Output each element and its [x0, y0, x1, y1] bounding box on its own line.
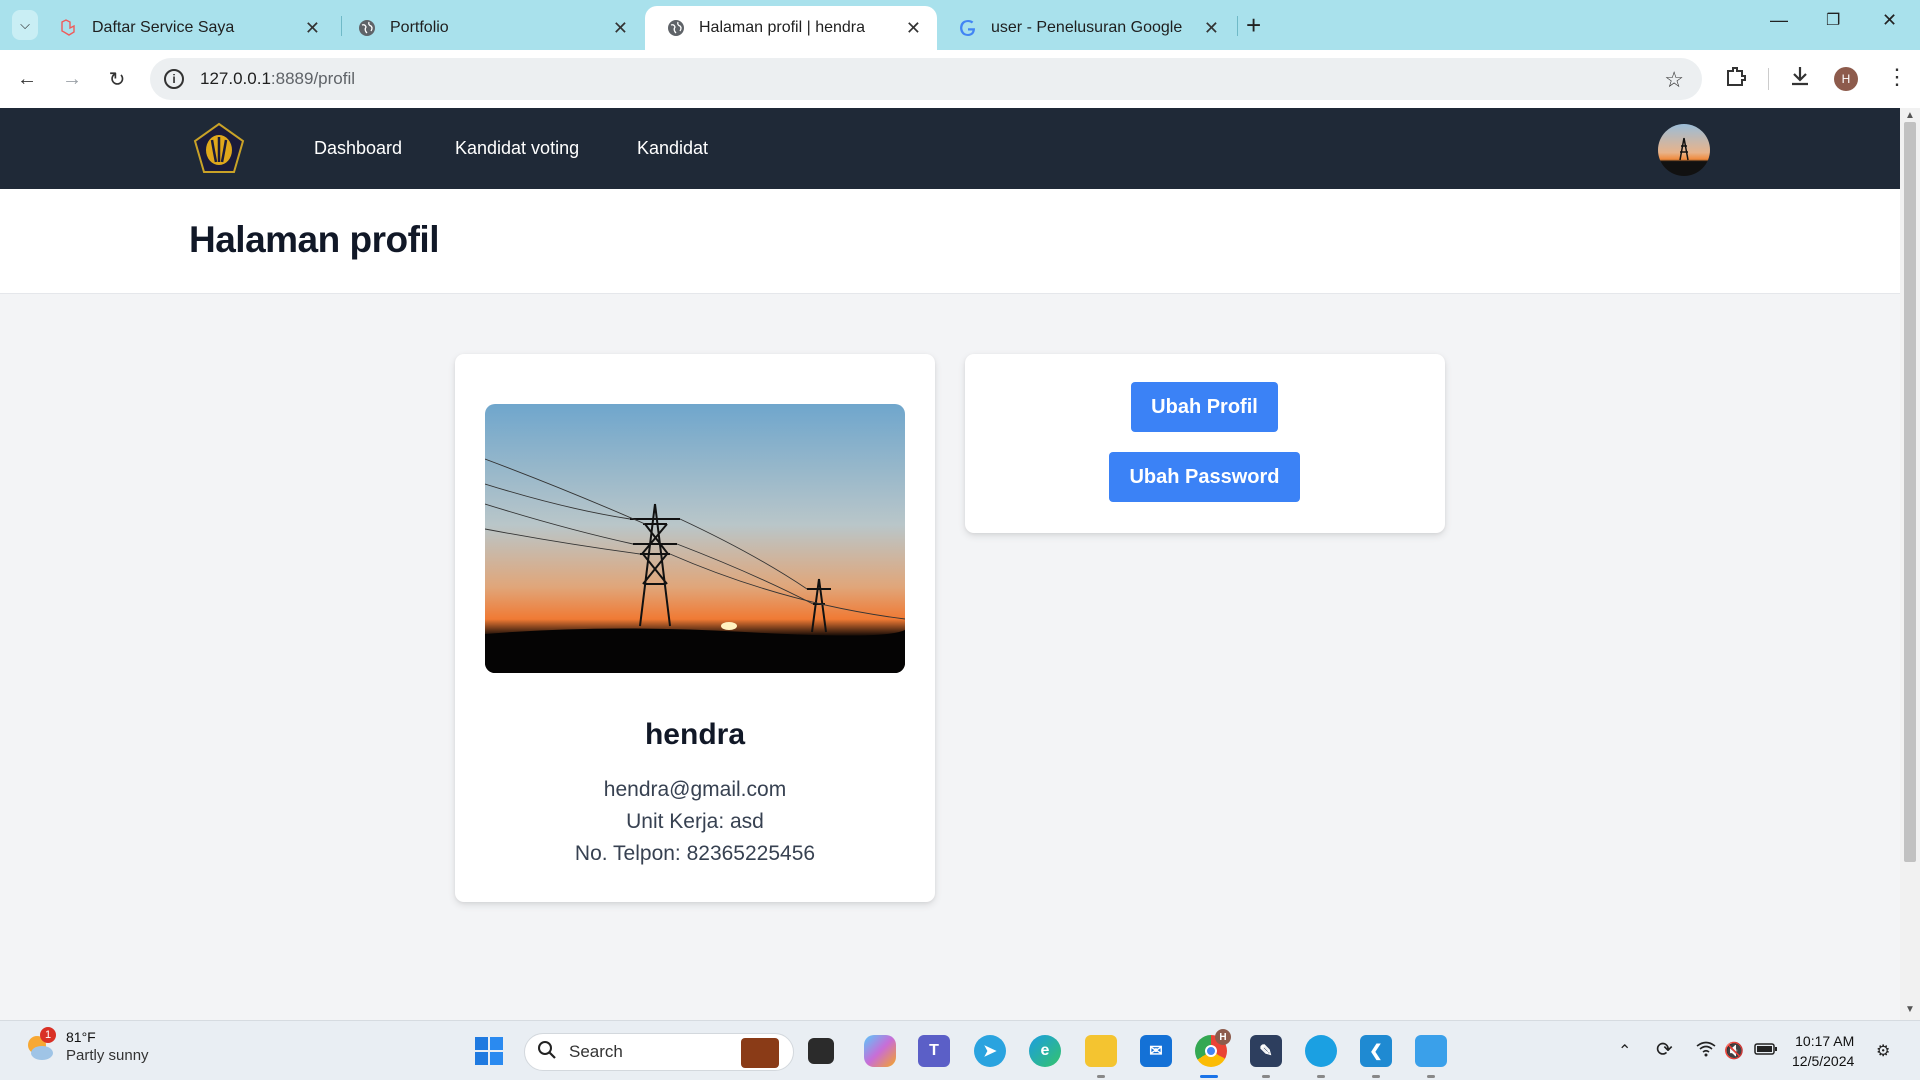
partly-sunny-icon: 1	[24, 1026, 56, 1063]
weather-description: Partly sunny	[66, 1047, 149, 1064]
globe-icon	[667, 19, 685, 37]
close-icon[interactable]: ✕	[305, 18, 320, 39]
close-icon[interactable]: ✕	[613, 18, 628, 39]
app-navbar: Dashboard Kandidat voting Kandidat	[0, 108, 1900, 189]
running-indicator	[1097, 1075, 1105, 1078]
battery-icon[interactable]	[1754, 1041, 1778, 1062]
scroll-up-icon[interactable]: ▲	[1905, 110, 1915, 121]
site-info-icon[interactable]: i	[164, 69, 184, 89]
tab-google-search[interactable]: user - Penelusuran Google ✕	[937, 6, 1235, 50]
search-icon	[537, 1040, 557, 1065]
nav-kandidat-voting[interactable]: Kandidat voting	[455, 138, 579, 159]
task-view-icon[interactable]	[808, 1038, 834, 1064]
chrome-profile-badge: H	[1215, 1029, 1231, 1045]
system-clock[interactable]: 10:17 AM 12/5/2024	[1792, 1031, 1854, 1071]
nav-kandidat[interactable]: Kandidat	[637, 138, 708, 159]
running-indicator	[1262, 1075, 1270, 1078]
dev-tool-icon[interactable]: ✎	[1250, 1035, 1282, 1067]
vscode-icon[interactable]: ❮	[1360, 1035, 1392, 1067]
scroll-thumb[interactable]	[1904, 122, 1916, 862]
speaker-muted-icon[interactable]: 🔇	[1724, 1041, 1744, 1061]
nav-dashboard[interactable]: Dashboard	[314, 138, 402, 159]
copilot-icon[interactable]	[864, 1035, 896, 1067]
web-page: Dashboard Kandidat voting Kandidat Halam…	[0, 108, 1900, 1020]
profile-name: hendra	[644, 718, 746, 751]
windows-start-icon[interactable]	[473, 1035, 505, 1067]
weather-widget[interactable]: 1 81°F Partly sunny	[24, 1026, 149, 1064]
tab-daftar-service[interactable]: Daftar Service Saya ✕	[38, 6, 336, 50]
google-icon	[959, 19, 977, 37]
scroll-down-icon[interactable]: ▼	[1905, 1004, 1915, 1015]
laravel-favicon-icon	[60, 19, 78, 37]
back-arrow-icon[interactable]: ←	[12, 64, 42, 94]
close-icon[interactable]: ✕	[1204, 18, 1219, 39]
globe-icon	[358, 19, 376, 37]
running-indicator	[1317, 1075, 1325, 1078]
wifi-icon[interactable]	[1696, 1041, 1716, 1062]
tab-halaman-profil[interactable]: Halaman profil | hendra ✕	[645, 6, 937, 50]
file-explorer-icon[interactable]	[1085, 1035, 1117, 1067]
running-indicator	[1372, 1075, 1380, 1078]
profile-telpon: No. Telpon: 82365225456	[574, 842, 816, 865]
browser-tab-strip: ⌵ Daftar Service Saya ✕ Portfolio ✕ Hala…	[0, 0, 1920, 50]
new-tab-button[interactable]: +	[1246, 12, 1261, 38]
tab-title: Portfolio	[390, 19, 449, 36]
profile-avatar[interactable]: H	[1834, 67, 1858, 91]
download-icon[interactable]	[1788, 64, 1812, 94]
active-indicator	[1200, 1075, 1218, 1078]
profile-unit-kerja: Unit Kerja: asd	[626, 810, 764, 833]
address-bar[interactable]: i 127.0.0.1:8889/profil ☆	[150, 58, 1702, 100]
restore-icon[interactable]: ❐	[1826, 10, 1840, 30]
page-header: Halaman profil	[0, 189, 1900, 294]
weather-temperature: 81°F	[66, 1029, 96, 1045]
tab-title: Halaman profil | hendra	[699, 19, 866, 36]
clock-time: 10:17 AM	[1795, 1033, 1855, 1049]
telegram-icon[interactable]: ➤	[974, 1035, 1006, 1067]
teams-icon[interactable]: T	[918, 1035, 950, 1067]
edge-icon[interactable]: e	[1029, 1035, 1061, 1067]
browser-toolbar: ← → ↻ i 127.0.0.1:8889/profil ☆ H ⋮	[0, 50, 1920, 108]
edit-profile-button[interactable]: Ubah Profil	[1131, 382, 1278, 432]
close-icon[interactable]: ✕	[906, 18, 921, 39]
url-text: 127.0.0.1:8889/profil	[200, 69, 356, 88]
mysql-icon[interactable]	[1305, 1035, 1337, 1067]
tab-search-button[interactable]: ⌵	[12, 10, 38, 40]
windows-taskbar: 1 81°F Partly sunny Search T ➤ e ✉ H ✎ ❮…	[0, 1020, 1920, 1080]
extensions-icon[interactable]	[1724, 64, 1748, 94]
chevron-up-icon[interactable]: ⌃	[1618, 1041, 1631, 1061]
tab-divider	[1237, 16, 1238, 36]
taskbar-search[interactable]: Search	[524, 1033, 794, 1071]
actions-card: Ubah Profil Ubah Password	[965, 354, 1445, 533]
page-scrollbar[interactable]: ▲ ▼	[1900, 108, 1920, 1020]
power-tower-icon	[1679, 137, 1689, 161]
chrome-icon[interactable]: H	[1195, 1029, 1231, 1067]
mail-icon[interactable]: ✉	[1140, 1035, 1172, 1067]
reload-icon[interactable]: ↻	[102, 64, 132, 94]
minimize-icon[interactable]: —	[1770, 10, 1788, 31]
tab-title: user - Penelusuran Google	[991, 19, 1183, 36]
notification-settings-icon[interactable]: ⚙	[1876, 1041, 1890, 1061]
sync-icon[interactable]: ⟳	[1656, 1037, 1673, 1062]
profile-email: hendra@gmail.com	[603, 778, 787, 801]
close-window-icon[interactable]: ✕	[1882, 10, 1897, 31]
bookmark-star-icon[interactable]: ☆	[1664, 67, 1684, 93]
user-avatar[interactable]	[1658, 124, 1710, 176]
more-menu-icon[interactable]: ⋮	[1886, 64, 1908, 90]
search-label: Search	[569, 1042, 623, 1061]
profile-card: hendra hendra@gmail.com Unit Kerja: asd …	[455, 354, 935, 902]
tab-portfolio[interactable]: Portfolio ✕	[336, 6, 644, 50]
tab-title: Daftar Service Saya	[92, 19, 235, 36]
toolbar-divider	[1768, 68, 1769, 90]
forward-arrow-icon[interactable]: →	[57, 64, 87, 94]
app-logo[interactable]	[192, 122, 246, 176]
search-highlight-icon	[741, 1038, 779, 1068]
running-indicator	[1427, 1075, 1435, 1078]
photos-icon[interactable]	[1415, 1035, 1447, 1067]
weather-badge: 1	[40, 1026, 56, 1043]
clock-date: 12/5/2024	[1792, 1053, 1855, 1069]
chevron-down-icon: ⌵	[20, 17, 30, 32]
edit-password-button[interactable]: Ubah Password	[1109, 452, 1300, 502]
page-title: Halaman profil	[189, 219, 440, 260]
profile-photo	[485, 404, 905, 673]
